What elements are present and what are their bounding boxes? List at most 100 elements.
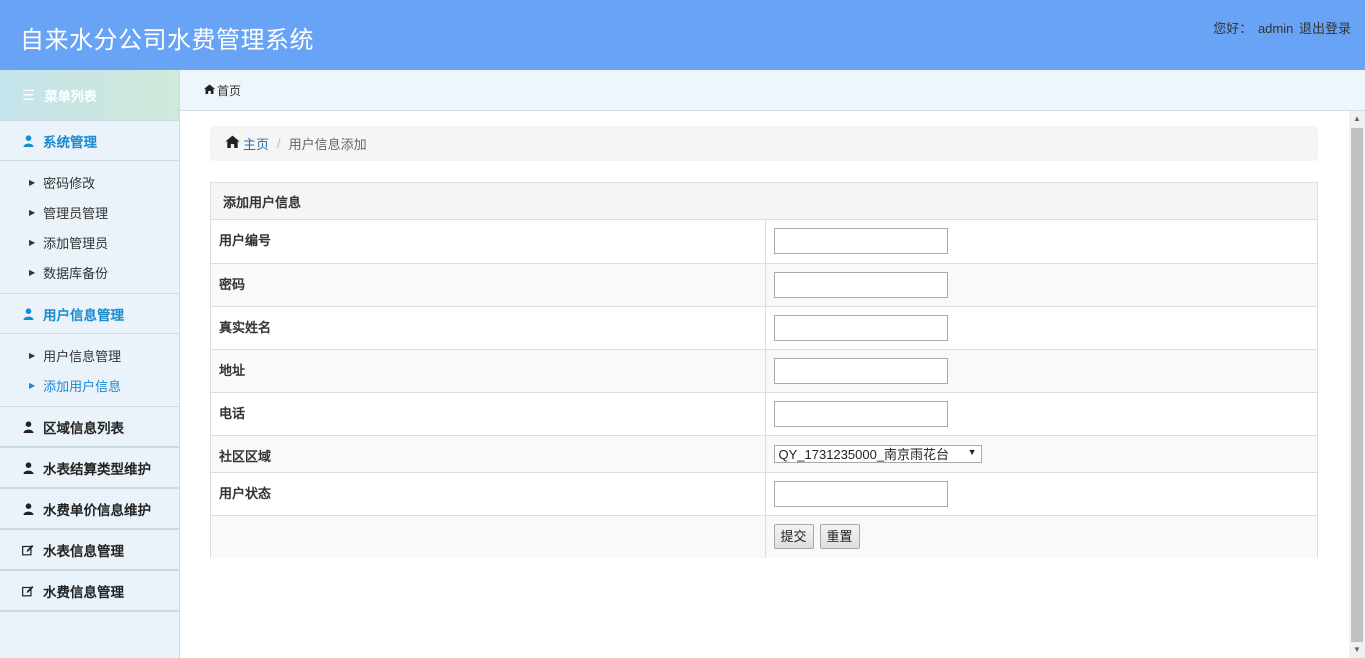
group-users: 用户信息管理 ▶ 用户信息管理 ▶ 添加用户信息 bbox=[0, 294, 179, 407]
sidebar-group-users[interactable]: 用户信息管理 bbox=[0, 294, 179, 334]
dropdown-arrow-icon: ▼ bbox=[967, 446, 977, 457]
group-prices: 水费单价信息维护 bbox=[0, 489, 179, 530]
caret-right-icon: ▶ bbox=[29, 177, 36, 187]
breadcrumb-home-link[interactable]: 主页 bbox=[225, 134, 269, 153]
app-title: 自来水分公司水费管理系统 bbox=[20, 27, 314, 54]
user-icon bbox=[22, 461, 34, 474]
field-label-real-name: 真实姓名 bbox=[211, 305, 766, 349]
user-icon bbox=[22, 134, 34, 147]
empty-cell bbox=[211, 514, 766, 558]
caret-right-icon: ▶ bbox=[29, 237, 36, 247]
sidebar-item-label: 添加用户信息 bbox=[43, 378, 122, 394]
field-label-address: 地址 bbox=[211, 348, 766, 392]
sidebar-group-regions[interactable]: 区域信息列表 bbox=[0, 407, 179, 447]
real-name-input[interactable] bbox=[773, 314, 948, 341]
group-fees: 水费信息管理 bbox=[0, 571, 179, 612]
sidebar-item-password[interactable]: ▶ 密码修改 bbox=[0, 167, 179, 197]
form-row: 用户状态 bbox=[211, 471, 1317, 515]
vertical-scrollbar[interactable]: ▲ ▼ bbox=[1349, 111, 1365, 658]
sidebar-group-fees[interactable]: 水费信息管理 bbox=[0, 571, 179, 611]
user-icon bbox=[22, 307, 34, 320]
sidebar-item-label: 用户信息管理 bbox=[43, 348, 122, 364]
field-label-user-status: 用户状态 bbox=[211, 471, 766, 515]
user-icon bbox=[22, 420, 34, 433]
form-row: 电话 bbox=[211, 391, 1317, 435]
home-tab-bar: 首页 bbox=[180, 70, 1365, 111]
sidebar-item-admins[interactable]: ▶ 管理员管理 bbox=[0, 197, 179, 227]
sidebar-item-user-manage[interactable]: ▶ 用户信息管理 bbox=[0, 340, 179, 370]
form-row: 用户编号 bbox=[211, 220, 1317, 263]
submit-button[interactable]: 提交 bbox=[773, 523, 814, 549]
community-region-select[interactable]: QY_1731235000_南京雨花台 ▼ bbox=[773, 444, 982, 463]
edit-icon bbox=[22, 585, 34, 597]
caret-right-icon: ▶ bbox=[29, 350, 36, 360]
sidebar: ☰ 菜单列表 系统管理 ▶ 密码修改 ▶ 管理员管理 ▶ 添加管理员 ▶ 数据库备份 用… bbox=[0, 70, 180, 658]
sidebar-group-label: 用户信息管理 bbox=[43, 307, 124, 323]
group-meters: 水表信息管理 bbox=[0, 530, 179, 571]
add-user-form: 用户编号 密码 真实姓名 地址 电话 社区区域 QY_1731235000_南京… bbox=[211, 220, 1317, 558]
user-area: 您好： admin 退出登录 bbox=[1211, 18, 1351, 37]
caret-right-icon: ▶ bbox=[29, 207, 36, 217]
sidebar-item-add-user[interactable]: ▶ 添加用户信息 bbox=[0, 370, 179, 400]
scroll-up-arrow-icon[interactable]: ▲ bbox=[1349, 111, 1365, 127]
sidebar-item-backup[interactable]: ▶ 数据库备份 bbox=[0, 257, 179, 287]
user-icon bbox=[22, 502, 34, 515]
group-system: 系统管理 ▶ 密码修改 ▶ 管理员管理 ▶ 添加管理员 ▶ 数据库备份 bbox=[0, 121, 179, 294]
form-row: 真实姓名 bbox=[211, 305, 1317, 349]
scroll-thumb[interactable] bbox=[1351, 128, 1363, 642]
submenu-users: ▶ 用户信息管理 ▶ 添加用户信息 bbox=[0, 334, 179, 406]
username: admin bbox=[1257, 21, 1294, 36]
sidebar-group-label: 水费信息管理 bbox=[43, 584, 124, 600]
form-row: 密码 bbox=[211, 262, 1317, 306]
breadcrumb-home-label: 主页 bbox=[243, 137, 270, 152]
field-label-community-region: 社区区域 bbox=[211, 434, 766, 472]
top-header: 自来水分公司水费管理系统 您好： admin 退出登录 bbox=[0, 0, 1365, 70]
sidebar-item-label: 添加管理员 bbox=[43, 235, 109, 251]
sidebar-group-meters[interactable]: 水表信息管理 bbox=[0, 530, 179, 570]
form-row: 社区区域 QY_1731235000_南京雨花台 ▼ bbox=[211, 434, 1317, 472]
sidebar-group-prices[interactable]: 水费单价信息维护 bbox=[0, 489, 179, 529]
group-meter-types: 水表结算类型维护 bbox=[0, 448, 179, 489]
sidebar-group-label: 区域信息列表 bbox=[43, 420, 124, 436]
reset-button[interactable]: 重置 bbox=[819, 523, 860, 549]
breadcrumb-separator: / bbox=[277, 136, 281, 151]
form-actions-row: 提交 重置 bbox=[211, 514, 1317, 558]
caret-right-icon: ▶ bbox=[29, 267, 36, 277]
field-label-password: 密码 bbox=[211, 262, 766, 306]
home-icon bbox=[204, 84, 215, 97]
sidebar-group-label: 水费单价信息维护 bbox=[43, 502, 151, 518]
select-value: QY_1731235000_南京雨花台 bbox=[778, 447, 950, 462]
sidebar-item-label: 管理员管理 bbox=[43, 205, 109, 221]
menu-title: 菜单列表 bbox=[44, 88, 97, 104]
group-regions: 区域信息列表 bbox=[0, 407, 179, 448]
sidebar-group-label: 系统管理 bbox=[43, 134, 97, 150]
user-id-input[interactable] bbox=[773, 228, 948, 254]
field-label-user-id: 用户编号 bbox=[211, 220, 766, 263]
address-input[interactable] bbox=[773, 357, 948, 384]
field-label-phone: 电话 bbox=[211, 391, 766, 435]
password-input[interactable] bbox=[773, 271, 948, 298]
sidebar-group-meter-types[interactable]: 水表结算类型维护 bbox=[0, 448, 179, 488]
sidebar-group-label: 水表信息管理 bbox=[43, 543, 124, 559]
caret-right-icon: ▶ bbox=[29, 380, 36, 390]
sidebar-item-add-admin[interactable]: ▶ 添加管理员 bbox=[0, 227, 179, 257]
panel-title: 添加用户信息 bbox=[211, 183, 1317, 220]
menu-header: ☰ 菜单列表 bbox=[0, 70, 179, 121]
home-icon bbox=[225, 135, 240, 152]
home-tab[interactable]: 首页 bbox=[217, 82, 241, 99]
edit-icon bbox=[22, 544, 34, 556]
scroll-down-arrow-icon[interactable]: ▼ bbox=[1349, 642, 1365, 658]
breadcrumb-current: 用户信息添加 bbox=[288, 137, 367, 152]
sidebar-item-label: 数据库备份 bbox=[43, 265, 109, 281]
greeting-text: 您好： bbox=[1213, 21, 1253, 36]
list-icon: ☰ bbox=[22, 86, 35, 103]
submenu-system: ▶ 密码修改 ▶ 管理员管理 ▶ 添加管理员 ▶ 数据库备份 bbox=[0, 161, 179, 293]
add-user-panel: 添加用户信息 用户编号 密码 真实姓名 地址 电话 社区区域 QY_173123… bbox=[210, 182, 1318, 558]
sidebar-item-label: 密码修改 bbox=[43, 175, 96, 191]
user-status-input[interactable] bbox=[773, 480, 948, 507]
form-row: 地址 bbox=[211, 348, 1317, 392]
logout-link[interactable]: 退出登录 bbox=[1299, 21, 1351, 36]
phone-input[interactable] bbox=[773, 400, 948, 427]
sidebar-group-label: 水表结算类型维护 bbox=[43, 461, 151, 477]
sidebar-group-system[interactable]: 系统管理 bbox=[0, 121, 179, 161]
